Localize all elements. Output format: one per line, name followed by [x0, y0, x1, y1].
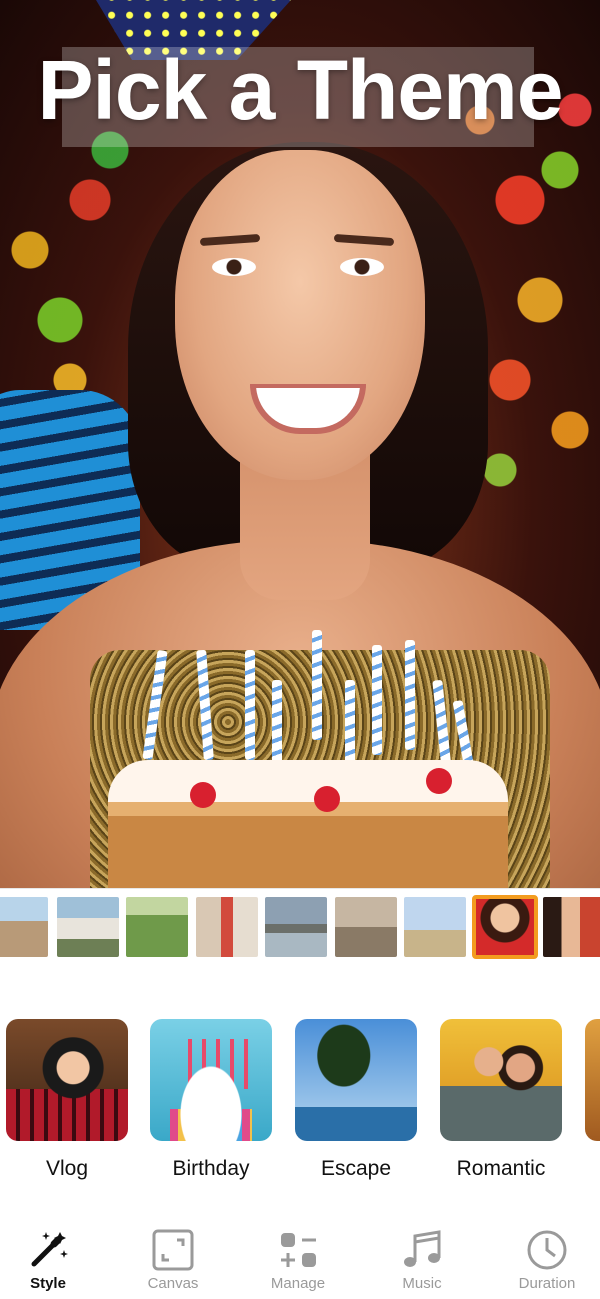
- tab-label: Manage: [270, 1275, 326, 1292]
- magic-wand-icon: [0, 1228, 103, 1272]
- music-note-icon: [367, 1228, 477, 1272]
- theme-escape[interactable]: Escape: [295, 1019, 417, 1181]
- filmstrip-thumbnail[interactable]: [57, 897, 119, 957]
- filmstrip-thumbnail[interactable]: [543, 897, 600, 957]
- theme-vlog[interactable]: Vlog: [6, 1019, 128, 1181]
- bottom-tab-bar: Style Canvas Manage Music Duration: [0, 1218, 600, 1299]
- tab-label: Style: [30, 1275, 66, 1292]
- tab-manage[interactable]: Manage: [243, 1218, 353, 1292]
- tab-music[interactable]: Music: [367, 1218, 477, 1292]
- eye: [212, 258, 256, 276]
- filmstrip-thumbnail[interactable]: [404, 897, 466, 957]
- tab-label: Music: [402, 1275, 442, 1292]
- candle: [372, 645, 382, 755]
- tab-label: Duration: [518, 1275, 576, 1292]
- tab-style[interactable]: Style: [0, 1218, 103, 1292]
- tab-canvas[interactable]: Canvas: [118, 1218, 228, 1292]
- theme-label: Birthday: [172, 1157, 250, 1180]
- theme-label: Escape: [320, 1157, 392, 1180]
- theme-title-text: Pick a Theme: [37, 43, 564, 137]
- theme-label: Romantic: [456, 1157, 546, 1180]
- candle: [245, 650, 255, 760]
- canvas-resize-icon: [118, 1228, 228, 1272]
- tab-label: Canvas: [147, 1275, 199, 1292]
- filmstrip-thumbnail[interactable]: [126, 897, 188, 957]
- filmstrip-thumbnail[interactable]: [196, 897, 258, 957]
- candle: [405, 640, 415, 750]
- theme-thumbnail: [585, 1019, 600, 1141]
- tab-duration[interactable]: Duration: [492, 1218, 600, 1292]
- filmstrip-thumbnail[interactable]: [0, 897, 48, 957]
- cake-berry: [426, 768, 452, 794]
- candle: [312, 630, 322, 740]
- filmstrip-thumbnail-selected[interactable]: [472, 895, 538, 959]
- clock-icon: [492, 1228, 600, 1272]
- theme-romantic[interactable]: Romantic: [440, 1019, 562, 1181]
- theme-thumbnail: [150, 1019, 272, 1141]
- theme-thumbnail: [6, 1019, 128, 1141]
- manage-icon: [243, 1228, 353, 1272]
- cake-berry: [314, 786, 340, 812]
- filmstrip-thumbnail[interactable]: [265, 897, 327, 957]
- photo-filmstrip[interactable]: [0, 888, 600, 964]
- eye: [340, 258, 384, 276]
- theme-thumbnail: [440, 1019, 562, 1141]
- theme-birthday[interactable]: Birthday: [150, 1019, 272, 1181]
- theme-partial[interactable]: [585, 1019, 600, 1141]
- theme-thumbnail: [295, 1019, 417, 1141]
- theme-picker: Vlog Birthday Escape Romantic: [0, 1005, 600, 1195]
- video-preview[interactable]: Pick a Theme: [0, 0, 600, 888]
- cake-berry: [190, 782, 216, 808]
- theme-label: Vlog: [45, 1157, 89, 1180]
- filmstrip-thumbnail[interactable]: [335, 897, 397, 957]
